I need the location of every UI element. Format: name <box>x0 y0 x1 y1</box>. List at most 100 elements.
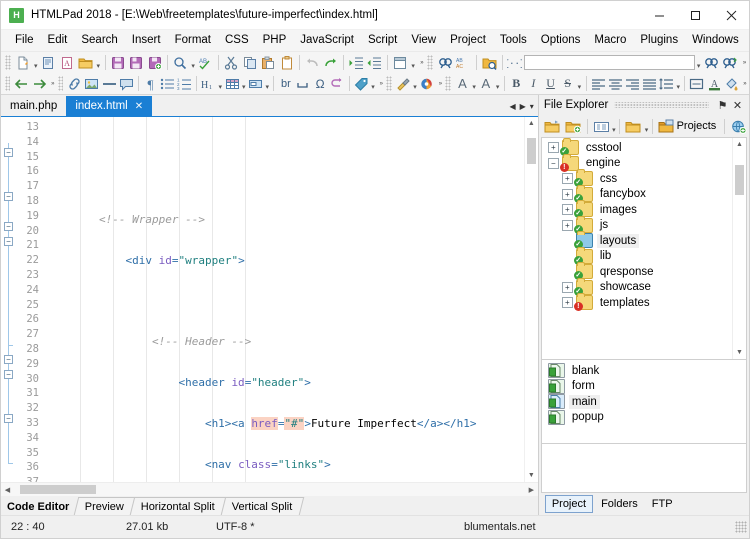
menu-windows[interactable]: Windows <box>685 31 746 50</box>
spellcheck-icon[interactable]: AB <box>197 53 216 72</box>
forward-arrow-icon[interactable] <box>31 74 48 93</box>
open-document-icon[interactable] <box>39 53 58 72</box>
paste-icon[interactable] <box>259 53 278 72</box>
toolbar-overflow-4[interactable]: » <box>377 75 385 92</box>
file-list[interactable]: blank form main <box>541 360 747 444</box>
pin-icon[interactable]: ⚑ <box>715 96 730 114</box>
align-justify-icon[interactable] <box>641 74 658 93</box>
fold-toggle-line-21[interactable]: − <box>4 237 13 246</box>
reformat-code-icon[interactable] <box>329 74 346 93</box>
menu-view[interactable]: View <box>404 31 443 50</box>
insert-comment-icon[interactable] <box>118 74 135 93</box>
folder-icon[interactable] <box>623 117 644 136</box>
format-painter-icon[interactable] <box>395 74 412 93</box>
tree-scroll-thumb[interactable] <box>735 165 744 195</box>
insert-link-icon[interactable] <box>66 74 83 93</box>
search-dropdown-arrow[interactable]: ▾ <box>190 51 197 74</box>
save-as-icon[interactable] <box>146 53 165 72</box>
tree-item-engine[interactable]: − ! engine <box>542 156 732 172</box>
tree-item-qresponse[interactable]: ✓ qresponse <box>542 264 732 280</box>
fold-toggle-line-20[interactable]: − <box>4 222 13 231</box>
vertical-scroll-thumb[interactable] <box>527 138 536 164</box>
find-in-files-icon[interactable] <box>436 53 455 72</box>
font-size-dropdown-arrow[interactable]: ▾ <box>494 72 500 95</box>
regex-icon[interactable]: {··} <box>506 53 525 72</box>
unordered-list-icon[interactable] <box>159 74 176 93</box>
close-tab-icon[interactable]: ✕ <box>135 101 143 112</box>
table-icon[interactable] <box>223 74 240 93</box>
menu-search[interactable]: Search <box>74 31 124 50</box>
tree-item-js[interactable]: + ✓ js <box>542 218 732 234</box>
expander-plus-icon[interactable]: + <box>562 297 573 308</box>
strikethrough-dropdown-arrow[interactable]: ▾ <box>576 72 582 95</box>
fold-toggle-line-33[interactable]: − <box>4 414 13 423</box>
open-folder-dropdown-arrow[interactable]: ▾ <box>95 51 102 74</box>
editor-tab-index-html[interactable]: index.html ✕ <box>66 96 152 116</box>
toolbar-grip-5[interactable] <box>386 76 391 91</box>
toolbar-grip-1[interactable] <box>5 55 11 70</box>
horizontal-rule-icon[interactable] <box>101 74 118 93</box>
menu-script[interactable]: Script <box>361 31 404 50</box>
heading-icon[interactable]: H1 <box>200 74 217 93</box>
fe-tab-ftp[interactable]: FTP <box>646 496 679 512</box>
folder-dropdown-arrow[interactable]: ▾ <box>644 115 649 138</box>
globe-icon[interactable] <box>728 117 749 136</box>
menu-plugins[interactable]: Plugins <box>633 31 685 50</box>
panel-close-icon[interactable]: ✕ <box>730 96 745 114</box>
fe-tab-folders[interactable]: Folders <box>595 496 644 512</box>
menu-macro[interactable]: Macro <box>587 31 633 50</box>
special-char-icon[interactable]: Ω <box>312 74 329 93</box>
ordered-list-icon[interactable]: 123 <box>176 74 193 93</box>
insert-image-icon[interactable] <box>83 74 100 93</box>
tab-list-dropdown-icon[interactable]: ▾ <box>530 102 534 111</box>
align-left-icon[interactable] <box>589 74 606 93</box>
editor-vertical-scrollbar[interactable]: ▲ ▼ <box>524 117 538 482</box>
toolbar-overflow-2[interactable]: » <box>740 54 749 71</box>
align-center-icon[interactable] <box>607 74 624 93</box>
tree-item-showcase[interactable]: + ✓ showcase <box>542 280 732 296</box>
tree-scroll-down-icon[interactable]: ▼ <box>733 346 746 359</box>
new-folder-icon[interactable] <box>542 117 563 136</box>
code-editor-area[interactable]: − − − − − − − 13 14 15 16 17 18 <box>1 117 538 482</box>
paragraph-icon[interactable]: ¶ <box>142 74 159 93</box>
tree-item-templates[interactable]: + ! templates <box>542 295 732 311</box>
undo-icon[interactable] <box>303 53 322 72</box>
bold-icon[interactable]: B <box>508 74 525 93</box>
toolbar-grip-6[interactable] <box>445 76 450 91</box>
tag-icon[interactable] <box>353 74 370 93</box>
nonbreaking-space-icon[interactable] <box>294 74 311 93</box>
tab-code-editor[interactable]: Code Editor <box>3 498 77 515</box>
save-all-icon[interactable] <box>127 53 146 72</box>
fill-color-icon[interactable] <box>723 74 740 93</box>
horizontal-scroll-thumb[interactable] <box>20 485 96 494</box>
scroll-left-icon[interactable]: ◀ <box>1 483 14 496</box>
scroll-up-icon[interactable]: ▲ <box>525 117 538 130</box>
add-folder-icon[interactable] <box>563 117 584 136</box>
menu-help[interactable]: Help <box>746 31 750 50</box>
toolbar-overflow-1[interactable]: » <box>418 54 427 71</box>
scroll-right-icon[interactable]: ▶ <box>525 483 538 496</box>
indent-decrease-icon[interactable] <box>366 53 385 72</box>
file-tree-container[interactable]: + ✓ csstool − ! engine + ✓ css <box>541 137 747 360</box>
fold-toggle-line-15[interactable]: − <box>4 148 13 157</box>
tree-scroll-track[interactable] <box>733 151 746 346</box>
fold-toggle-line-18[interactable]: − <box>4 192 13 201</box>
tree-item-csstool[interactable]: + ✓ csstool <box>542 140 732 156</box>
find-next-icon[interactable] <box>721 53 740 72</box>
align-right-icon[interactable] <box>624 74 641 93</box>
line-spacing-icon[interactable] <box>658 74 675 93</box>
file-item-form[interactable]: form <box>542 378 746 394</box>
underline-icon[interactable]: U <box>542 74 559 93</box>
scroll-down-icon[interactable]: ▼ <box>525 469 538 482</box>
form-dropdown-arrow[interactable]: ▾ <box>264 72 270 95</box>
menu-css[interactable]: CSS <box>218 31 256 50</box>
find-history-dropdown-arrow[interactable]: ▾ <box>695 51 702 74</box>
menu-project[interactable]: Project <box>443 31 493 50</box>
minimize-button[interactable] <box>641 1 677 29</box>
tree-item-layouts[interactable]: ✓ layouts <box>542 233 732 249</box>
file-item-popup[interactable]: popup <box>542 409 746 425</box>
border-icon[interactable] <box>688 74 705 93</box>
tree-item-images[interactable]: + ✓ images <box>542 202 732 218</box>
editor-tab-main-php[interactable]: main.php <box>1 96 66 116</box>
line-spacing-dropdown-arrow[interactable]: ▾ <box>675 72 681 95</box>
